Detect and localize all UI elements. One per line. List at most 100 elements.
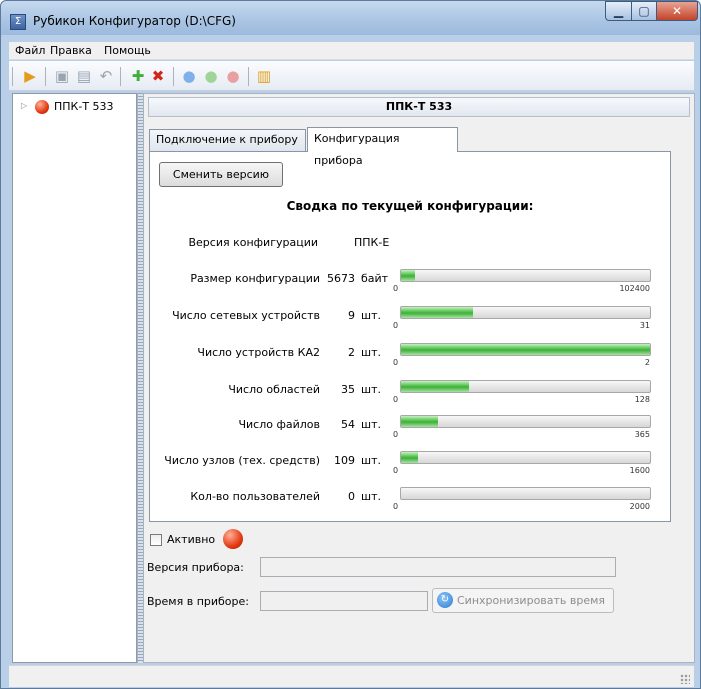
stat-value: 5673	[327, 272, 355, 285]
toolbar-separator	[120, 67, 121, 86]
firmware-version-field[interactable]	[260, 557, 616, 577]
bar-min: 0	[393, 358, 399, 367]
usage-bar	[400, 487, 651, 500]
bar-min: 0	[393, 430, 399, 439]
bar-max: 2	[644, 358, 650, 367]
summary-title: Сводка по текущей конфигурации:	[286, 199, 534, 213]
add-icon[interactable]: ✚	[129, 67, 147, 85]
undo-icon[interactable]: ↶	[97, 67, 115, 85]
stat-value: 2	[348, 346, 355, 359]
toolbar: ▶ ▣ ▤ ↶ ✚ ✖ ● ● ● ▥	[9, 61, 694, 91]
status-red-icon	[223, 529, 243, 549]
usage-bar-fill	[401, 381, 469, 392]
menu-file[interactable]: Файл	[15, 44, 45, 57]
usage-bar	[400, 380, 651, 393]
bar-max: 31	[639, 321, 650, 330]
save-all-icon[interactable]: ▤	[75, 67, 93, 85]
stat-value: 0	[348, 490, 355, 503]
firmware-version-label: Версия прибора:	[147, 561, 244, 574]
bar-max: 128	[634, 395, 650, 404]
stat-label: Число узлов (тех. средств)	[164, 454, 320, 467]
usage-bar	[400, 343, 651, 356]
stat-value: 109	[334, 454, 355, 467]
stat-unit: шт.	[361, 490, 381, 503]
sync-time-label: Синхронизировать время	[457, 594, 606, 607]
device-time-field[interactable]	[260, 591, 428, 611]
menu-bar: Файл Правка Помощь	[9, 42, 694, 60]
tab-configuration[interactable]: Конфигурация прибора	[307, 127, 458, 167]
bar-min: 0	[393, 321, 399, 330]
menu-edit[interactable]: Правка	[50, 44, 92, 57]
usage-bar	[400, 451, 651, 464]
delete-icon[interactable]: ✖	[149, 67, 167, 85]
status-bar	[9, 665, 694, 687]
toolbar-separator	[173, 67, 174, 86]
stat-label: Число сетевых устройств	[172, 309, 320, 322]
usage-bar-fill	[401, 452, 418, 463]
bar-max: 102400	[619, 284, 650, 293]
stat-unit: шт.	[361, 418, 381, 431]
sync-icon: ↻	[437, 592, 453, 608]
device-tree[interactable]: ▷ ППК-Т 533	[12, 93, 137, 663]
stat-unit: шт.	[361, 346, 381, 359]
stat-unit: шт.	[361, 454, 381, 467]
stop-icon[interactable]: ●	[224, 67, 242, 85]
stat-value: 54	[341, 418, 355, 431]
save-icon[interactable]: ▣	[53, 67, 71, 85]
usage-bar-fill	[401, 307, 474, 318]
stat-value: 35	[341, 383, 355, 396]
ok-icon[interactable]: ●	[202, 67, 220, 85]
stat-label: Кол-во пользователей	[190, 490, 320, 503]
tree-node-label: ППК-Т 533	[54, 100, 114, 113]
change-version-button[interactable]: Сменить версию	[159, 162, 283, 187]
device-header: ППК-Т 533	[148, 97, 690, 117]
bar-min: 0	[393, 284, 399, 293]
sync-time-button[interactable]: ↻ Синхронизировать время	[432, 588, 614, 613]
version-label: Версия конфигурации	[188, 236, 318, 249]
tab-connection[interactable]: Подключение к прибору	[149, 129, 306, 151]
configuration-tab-content: Сменить версию Сводка по текущей конфигу…	[149, 151, 671, 522]
window-title: Рубикон Конфигуратор (D:\CFG)	[33, 14, 236, 28]
usage-bar	[400, 269, 651, 282]
usage-bar	[400, 415, 651, 428]
stat-unit: шт.	[361, 383, 381, 396]
device-time-label: Время в приборе:	[147, 595, 249, 608]
bar-min: 0	[393, 395, 399, 404]
bar-max: 2000	[629, 502, 650, 511]
usage-bar-fill	[401, 416, 438, 427]
status-red-icon	[35, 100, 49, 114]
resize-grip-icon[interactable]	[680, 674, 690, 684]
stat-unit: шт.	[361, 309, 381, 322]
bar-min: 0	[393, 502, 399, 511]
close-button[interactable]: ✕	[656, 1, 698, 21]
toolbar-grip	[12, 67, 13, 86]
title-bar[interactable]: Σ Рубикон Конфигуратор (D:\CFG) ▁ ▢ ✕	[1, 1, 700, 35]
menu-help[interactable]: Помощь	[104, 44, 151, 57]
stat-unit: байт	[361, 272, 389, 285]
stat-label: Размер конфигурации	[190, 272, 320, 285]
open-folder-icon[interactable]: ▶	[21, 67, 39, 85]
stat-label: Число файлов	[238, 418, 320, 431]
info-icon[interactable]: ●	[180, 67, 198, 85]
stat-row: Кол-во пользователей 0 шт. 0 2000	[150, 487, 670, 530]
maximize-button[interactable]: ▢	[631, 1, 657, 21]
stat-value: 9	[348, 309, 355, 322]
usage-bar-fill	[401, 344, 650, 355]
stat-label: Число областей	[228, 383, 320, 396]
app-icon: Σ	[10, 14, 26, 30]
app-window: Σ Рубикон Конфигуратор (D:\CFG) ▁ ▢ ✕ Фа…	[0, 0, 701, 689]
stat-label: Число устройств КА2	[197, 346, 320, 359]
bar-max: 1600	[629, 466, 650, 475]
minimize-button[interactable]: ▁	[605, 1, 632, 21]
statistics-icon[interactable]: ▥	[255, 67, 273, 85]
bar-min: 0	[393, 466, 399, 475]
active-checkbox[interactable]	[150, 534, 162, 546]
usage-bar-fill	[401, 270, 415, 281]
active-label[interactable]: Активно	[167, 533, 215, 546]
bar-max: 365	[634, 430, 650, 439]
usage-bar	[400, 306, 651, 319]
device-panel: ППК-Т 533 Подключение к прибору Конфигур…	[143, 93, 695, 663]
toolbar-separator	[45, 67, 46, 86]
version-value: ППК-Е	[354, 236, 390, 249]
expand-arrow-icon[interactable]: ▷	[21, 101, 27, 110]
